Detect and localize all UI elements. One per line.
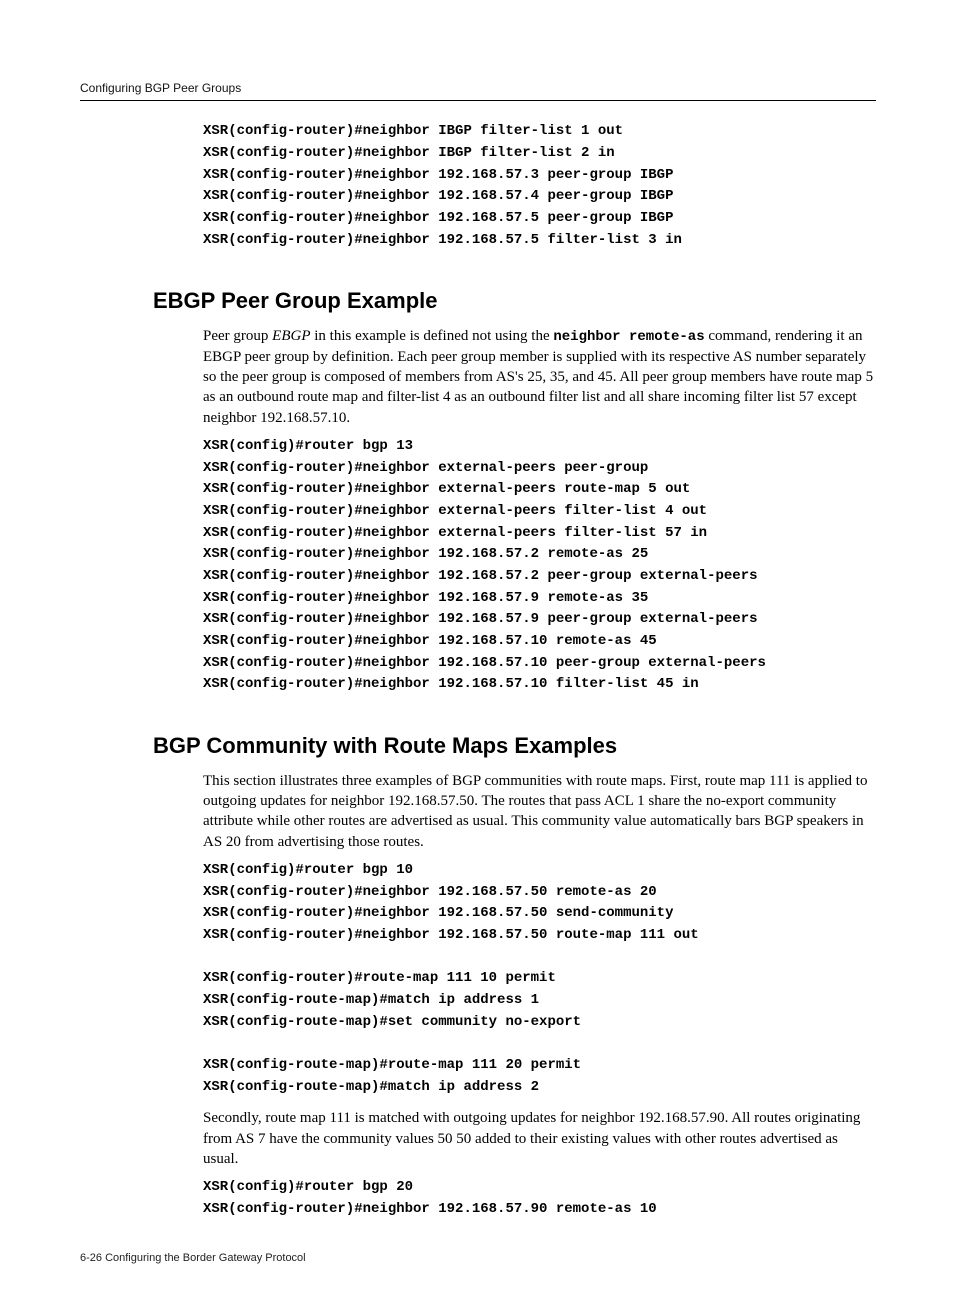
- page: Configuring BGP Peer Groups XSR(config-r…: [0, 0, 954, 1305]
- heading-bgp-community-route-maps: BGP Community with Route Maps Examples: [153, 731, 876, 761]
- footer-left: 6-26 Configuring the Border Gateway Prot…: [80, 1252, 306, 1264]
- code-block-ebgp: XSR(config)#router bgp 13 XSR(config-rou…: [203, 436, 876, 696]
- page-header: Configuring BGP Peer Groups: [80, 80, 876, 101]
- cmd-neighbor-remote-as: neighbor remote-as: [553, 329, 704, 345]
- code-block-ibgp: XSR(config-router)#neighbor IBGP filter-…: [203, 121, 876, 251]
- paragraph-community-second: Secondly, route map 111 is matched with …: [203, 1108, 876, 1169]
- text-mid1: in this example is defined not using the: [310, 328, 553, 344]
- paragraph-community-intro: This section illustrates three examples …: [203, 771, 876, 852]
- header-title: Configuring BGP Peer Groups: [80, 81, 241, 95]
- heading-ebgp-peer-group-example: EBGP Peer Group Example: [153, 286, 876, 316]
- page-footer: 6-26 Configuring the Border Gateway Prot…: [80, 1251, 876, 1266]
- code-block-community-1: XSR(config)#router bgp 10 XSR(config-rou…: [203, 860, 876, 1099]
- text-ebgp-italic: EBGP: [272, 328, 310, 344]
- text-lead: Peer group: [203, 328, 272, 344]
- code-block-community-2: XSR(config)#router bgp 20 XSR(config-rou…: [203, 1177, 876, 1220]
- paragraph-ebgp-intro: Peer group EBGP in this example is defin…: [203, 326, 876, 428]
